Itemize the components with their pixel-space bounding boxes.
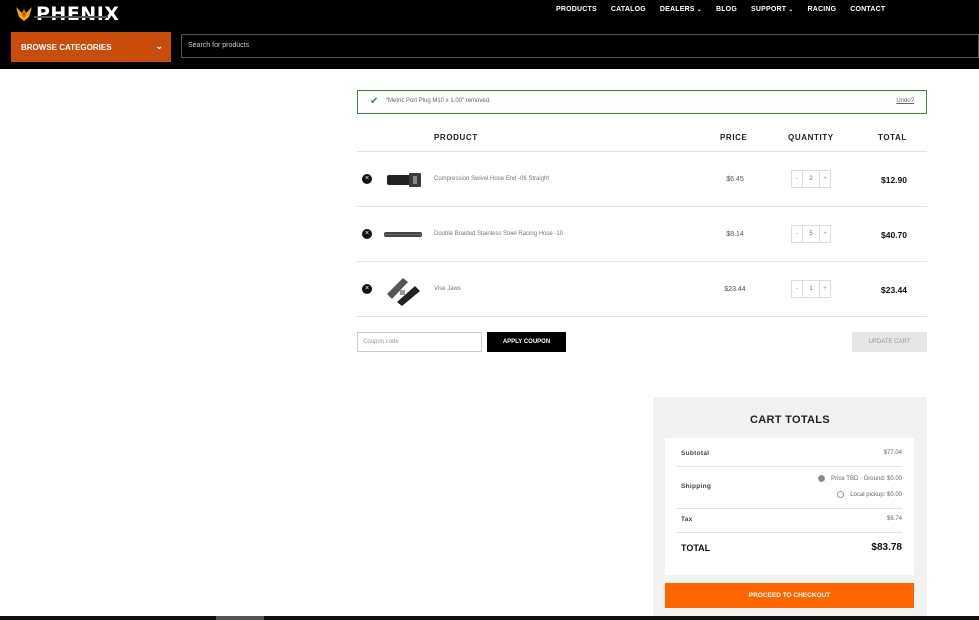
tax-value: $6.74 [886,516,902,522]
divider [677,532,902,533]
product-price: $6.45 [726,176,744,183]
quantity-stepper[interactable]: - 2 + [791,170,831,188]
quantity-input[interactable]: 1 [802,281,820,297]
radio-button[interactable] [837,491,845,498]
nav-racing[interactable]: RACING [807,6,836,13]
remove-item-button[interactable]: × [362,229,372,239]
line-total: $40.70 [881,230,907,240]
header-quantity: QUANTITY [788,133,834,142]
increase-button[interactable]: + [820,171,830,187]
tax-label: Tax [681,516,693,523]
remove-item-button[interactable]: × [362,174,372,184]
divider [677,508,902,509]
shipping-option-ground[interactable]: Price TBD · Ground: $0.00 [818,475,902,482]
table-row: × Double Braided Stainless Steel Racing … [357,207,927,262]
quantity-input[interactable]: 2 [802,171,820,187]
subtotal-label: Subtotal [681,450,710,457]
update-cart-button[interactable]: UPDATE CART [852,332,927,352]
nav-support[interactable]: SUPPORT ⌄ [751,6,793,13]
increase-button[interactable]: + [820,226,830,242]
product-thumbnail[interactable] [383,162,423,198]
line-total: $23.44 [881,285,907,295]
line-total: $12.90 [881,175,907,185]
divider [357,316,927,317]
bottom-tab [216,616,264,620]
product-name[interactable]: Double Braided Stainless Steel Racing Ho… [434,231,563,237]
chevron-down-icon: ⌄ [155,41,163,51]
removed-notice: ✔ “Metric Port Plug M10 x 1.00” removed.… [357,90,927,114]
quantity-stepper[interactable]: - 1 + [791,280,831,298]
nav-contact[interactable]: CONTACT [850,6,885,13]
divider [677,466,902,467]
nav-products[interactable]: PRODUCTS [556,6,597,13]
nav-dealers[interactable]: DEALERS ⌄ [660,6,702,13]
site-header: PHENIX PRODUCTS CATALOG DEALERS ⌄ BLOG SU… [0,0,979,69]
coupon-code-input[interactable]: Coupon code [357,332,482,352]
browse-categories-label: BROWSE CATEGORIES [21,42,112,52]
order-total-label: TOTAL [681,543,711,553]
undo-link[interactable]: Undo? [896,98,914,104]
table-row: × Vise Jaws $23.44 - 1 + $23.44 [357,262,927,317]
shipping-option-pickup[interactable]: Local pickup: $0.00 [837,491,902,498]
quantity-input[interactable]: 5 [802,226,820,242]
nav-blog[interactable]: BLOG [716,6,737,13]
search-input[interactable]: Search for products [181,34,979,58]
checkmark-icon: ✔ [370,96,379,107]
chevron-down-icon: ⌄ [696,7,702,13]
header-product: PRODUCT [434,133,478,142]
browse-categories-button[interactable]: BROWSE CATEGORIES ⌄ [11,32,171,62]
product-name[interactable]: Compression Swivel Hose End -06 Straight [434,176,549,182]
header-price: PRICE [720,133,748,142]
site-logo[interactable]: PHENIX [14,2,119,26]
chevron-down-icon: ⌄ [788,7,794,13]
cart-totals-table: Subtotal $77.04 Shipping Price TBD · Gro… [665,438,914,575]
logo-tagline [34,16,108,18]
decrease-button[interactable]: - [792,226,802,242]
product-price: $23.44 [724,286,746,293]
shipping-label: Shipping [681,483,712,490]
radio-button[interactable] [818,475,826,482]
table-row: × Compression Swivel Hose End -06 Straig… [357,152,927,207]
quantity-stepper[interactable]: - 5 + [791,225,831,243]
increase-button[interactable]: + [820,281,830,297]
notice-message: “Metric Port Plug M10 x 1.00” removed. [386,98,491,104]
product-name[interactable]: Vise Jaws [434,286,461,292]
header-total: TOTAL [878,133,907,142]
decrease-button[interactable]: - [792,171,802,187]
product-thumbnail[interactable] [383,217,423,253]
product-price: $8.14 [726,231,744,238]
cart-totals-title: CART TOTALS [750,414,830,426]
main-nav: PRODUCTS CATALOG DEALERS ⌄ BLOG SUPPORT ⌄ … [556,6,899,13]
apply-coupon-button[interactable]: APPLY COUPON [487,332,566,352]
proceed-to-checkout-button[interactable]: PROCEED TO CHECKOUT [665,583,914,608]
bottom-bar [0,616,979,620]
decrease-button[interactable]: - [792,281,802,297]
logo-text: PHENIX [36,3,120,25]
remove-item-button[interactable]: × [362,284,372,294]
product-thumbnail[interactable] [383,272,423,308]
nav-catalog[interactable]: CATALOG [611,6,646,13]
subtotal-value: $77.04 [883,450,902,456]
order-total-value: $83.78 [871,542,902,553]
phoenix-logo-icon [16,7,32,21]
